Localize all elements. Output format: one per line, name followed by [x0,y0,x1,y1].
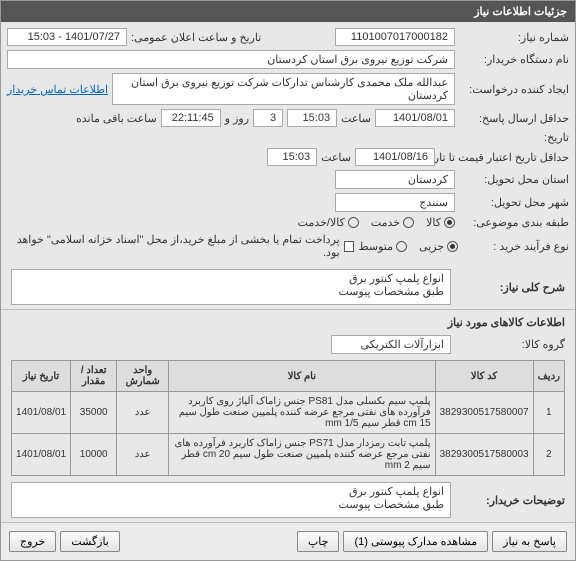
payment-checkbox[interactable] [344,241,355,252]
cell-qty: 35000 [71,392,117,434]
col-qty: تعداد / مقدار [71,361,117,392]
process-label: نوع فرآیند خرید : [462,240,569,253]
goods-section-title: اطلاعات کالاهای مورد نیاز [1,309,575,335]
buyer-notes-line1: انواع پلمپ کنتور برق [349,485,444,498]
exit-button[interactable]: خروج [9,531,56,552]
cell-row: 2 [533,434,564,476]
radio-goods[interactable] [444,217,455,228]
buyer-notes-label: توضیحات خریدار: [455,494,565,507]
delivery-prov: کردستان [335,170,455,189]
radio-both-label: کالا/خدمت [298,216,345,229]
goods-table: ردیف کد کالا نام کالا واحد شمارش تعداد /… [11,360,565,476]
class-radio-group: کالا خدمت کالا/خدمت [298,216,455,229]
col-name: نام کالا [169,361,436,392]
days-field: 3 [253,109,283,127]
cell-code: 3829300517580007 [435,392,533,434]
radio-partial[interactable] [447,241,458,252]
desc-line2: طبق مشخصات پیوست [339,285,445,298]
print-button[interactable]: چاپ [297,531,340,552]
group-label: گروه کالا: [455,338,565,351]
time-label-2: ساعت [321,151,351,164]
table-row: 1 3829300517580007 پلمپ سیم بکسلی مدل PS… [12,392,565,434]
respond-button[interactable]: پاسخ به نیاز [492,531,567,552]
city-field: سنندج [335,193,455,212]
cell-date: 1401/08/01 [12,392,71,434]
remain-label: ساعت باقی مانده [76,112,157,125]
need-no-field: 1101007017000182 [335,28,455,46]
validity-date: 1401/08/16 [355,148,435,166]
radio-both[interactable] [348,217,359,228]
back-button[interactable]: بازگشت [60,531,120,552]
need-no-label: شماره نیاز: [459,31,569,44]
cell-unit: عدد [117,392,169,434]
col-unit: واحد شمارش [117,361,169,392]
buyer-notes-line2: طبق مشخصات پیوست [339,498,445,511]
col-code: کد کالا [435,361,533,392]
creator-label: ایجاد کننده درخواست: [459,83,569,96]
validity-time: 15:03 [267,148,317,166]
creator-field: عبدالله ملک محمدی کارشناس تدارکات شرکت ت… [112,73,455,105]
radio-service[interactable] [403,217,414,228]
group-field: ابزارآلات الکتریکی [331,335,451,354]
remain-time: 22:11:45 [161,109,221,127]
desc-line1: انواع پلمپ کنتور برق [349,272,444,285]
deadline-date: 1401/08/01 [375,109,455,127]
delivery-prov-label: استان محل تحویل: [459,173,569,186]
announce-field: 1401/07/27 - 15:03 [7,28,127,46]
days-label: روز و [225,112,249,125]
contact-link[interactable]: اطلاعات تماس خریدار [7,83,108,96]
time-label-1: ساعت [341,112,371,125]
docs-button[interactable]: مشاهده مدارک پیوستی (1) [343,531,488,552]
table-row: 2 3829300517580003 پلمپ تابت رمزدار مدل … [12,434,565,476]
panel-title: جزئیات اطلاعات نیاز [1,1,575,22]
cell-date: 1401/08/01 [12,434,71,476]
validity-label: حداقل تاریخ اعتبار قیمت تا تاریخ: [439,151,569,164]
cell-name: پلمپ سیم بکسلی مدل PS81 جنس زاماک آلیاژ … [169,392,436,434]
buyer-field: شرکت توزیع نیروی برق استان کردستان [7,50,455,69]
cell-row: 1 [533,392,564,434]
radio-service-label: خدمت [371,216,400,229]
deadline-label: حداقل ارسال پاسخ: [459,112,569,125]
radio-partial-label: جزیی [419,240,444,253]
cell-code: 3829300517580003 [435,434,533,476]
buyer-label: نام دستگاه خریدار: [459,53,569,66]
radio-medium[interactable] [396,241,407,252]
payment-note: پرداخت تمام یا بخشی از مبلغ خرید،از محل … [7,233,340,259]
city-label: شهر محل تحویل: [459,196,569,209]
class-label: طبقه بندی موضوعی: [459,216,569,229]
cell-qty: 10000 [71,434,117,476]
announce-label: تاریخ و ساعت اعلان عمومی: [131,31,261,44]
col-row: ردیف [533,361,564,392]
desc-label: شرح کلی نیاز: [455,281,565,294]
process-radio-group: جزیی متوسط [358,240,458,253]
radio-medium-label: متوسط [358,240,393,253]
history-label: تاریخ: [459,131,569,144]
deadline-time: 15:03 [287,109,337,127]
cell-unit: عدد [117,434,169,476]
radio-goods-label: کالا [426,216,441,229]
cell-name: پلمپ تابت رمزدار مدل PS71 جنس زاماک کارب… [169,434,436,476]
col-date: تاریخ نیاز [12,361,71,392]
